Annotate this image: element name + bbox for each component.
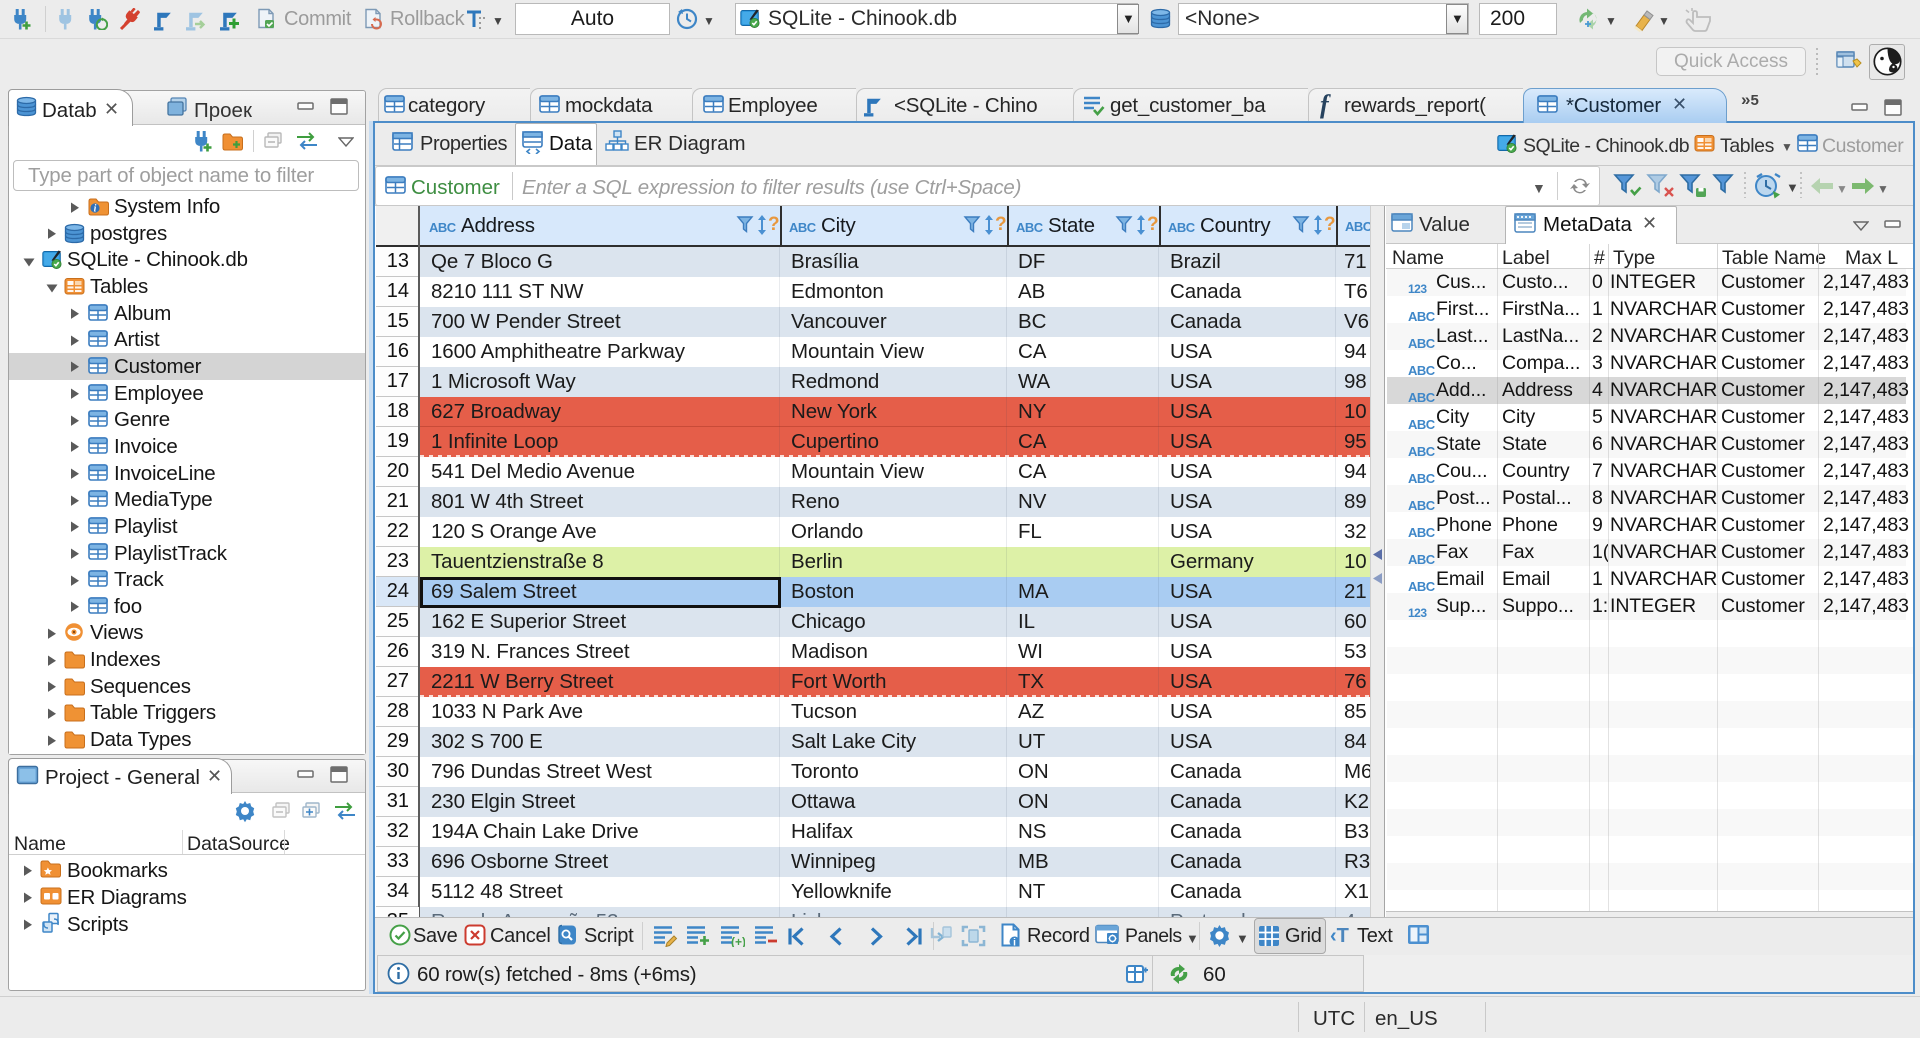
svg-text:i: i [94,204,97,215]
svg-text:i: i [1013,938,1016,949]
svg-text:(+): (+) [731,935,745,947]
